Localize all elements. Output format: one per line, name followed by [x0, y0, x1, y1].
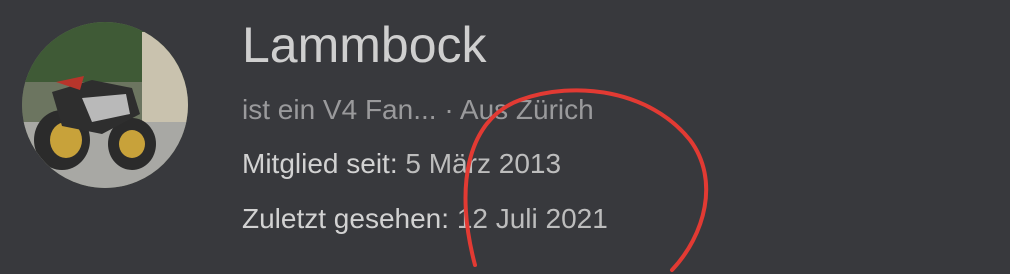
separator: ·	[436, 94, 460, 125]
avatar[interactable]	[22, 22, 188, 188]
profile-card: Lammbock ist ein V4 Fan... · Aus Zürich …	[0, 0, 1010, 274]
location: Aus Zürich	[459, 94, 594, 125]
profile-subline: ist ein V4 Fan... · Aus Zürich	[242, 92, 594, 128]
last-seen-row: Zuletzt gesehen: 12 Juli 2021	[242, 201, 608, 237]
last-seen-value: 12 Juli 2021	[456, 203, 608, 234]
motorcycle-photo-icon	[22, 22, 188, 188]
last-seen-label: Zuletzt gesehen:	[242, 203, 450, 234]
member-since-row: Mitglied seit: 5 März 2013	[242, 146, 561, 182]
member-since-value: 5 März 2013	[405, 148, 562, 179]
member-since-label: Mitglied seit:	[242, 148, 398, 179]
tagline: ist ein V4 Fan...	[242, 94, 437, 125]
username[interactable]: Lammbock	[242, 16, 487, 74]
